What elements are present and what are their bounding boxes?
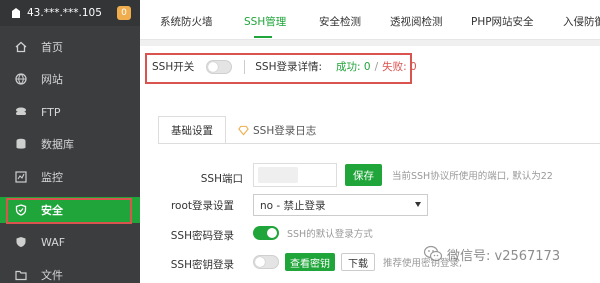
watermark: 微信号: v2567173 bbox=[423, 244, 560, 264]
sidebar-item-label: 数据库 bbox=[41, 138, 74, 151]
ssh-password-login-row: SSH的默认登录方式 bbox=[253, 226, 373, 240]
notification-badge[interactable]: 0 bbox=[117, 6, 131, 20]
shield-icon bbox=[14, 204, 27, 217]
top-tab-bar: 系统防火墙 SSH管理 安全检测 透视阅检测 PHP网站安全 入侵防御 bbox=[140, 0, 600, 40]
ssh-port-hint: 当前SSH协议所使用的端口, 默认为22 bbox=[392, 171, 553, 182]
home-icon bbox=[14, 41, 27, 54]
divider bbox=[244, 59, 246, 74]
sidebar-item-label: 文件 bbox=[41, 269, 63, 282]
tab-ssh-login-log[interactable]: SSH登录日志 bbox=[226, 116, 328, 144]
sidebar-item-database[interactable]: 数据库 bbox=[0, 131, 140, 157]
ssh-status-bar: SSH开关 SSH登录详情: 成功: 0 / 失败: 0 bbox=[152, 59, 417, 74]
active-tab-indicator bbox=[254, 36, 272, 38]
success-count: 成功: 0 bbox=[336, 61, 371, 73]
monitor-icon bbox=[14, 171, 27, 184]
ssh-key-toggle[interactable] bbox=[253, 255, 279, 269]
folder-icon bbox=[14, 269, 27, 282]
root-login-select[interactable]: no - 禁止登录 bbox=[253, 194, 428, 216]
diamond-icon bbox=[238, 125, 249, 135]
tab-basic-settings[interactable]: 基础设置 bbox=[158, 116, 226, 144]
tab-ssh-management[interactable]: SSH管理 bbox=[244, 14, 286, 29]
ssh-password-hint: SSH的默认登录方式 bbox=[287, 229, 373, 240]
download-button[interactable]: 下载 bbox=[341, 253, 375, 271]
ssh-port-row: 保存 当前SSH协议所使用的端口, 默认为22 bbox=[253, 163, 553, 187]
root-login-value: no - 禁止登录 bbox=[260, 199, 326, 212]
ftp-icon bbox=[14, 106, 27, 119]
sidebar-item-security[interactable]: 安全 bbox=[0, 197, 140, 223]
sidebar-item-label: FTP bbox=[41, 105, 61, 119]
sidebar-item-label: WAF bbox=[41, 235, 66, 249]
sidebar-item-monitor[interactable]: 监控 bbox=[0, 164, 140, 190]
watermark-text: 微信号: v2567173 bbox=[447, 248, 561, 264]
root-login-label: root登录设置 bbox=[170, 200, 234, 212]
chevron-down-icon bbox=[415, 202, 421, 207]
tab-basic-settings-label: 基础设置 bbox=[171, 124, 213, 137]
server-address: 43.***.***.105 bbox=[27, 7, 102, 19]
server-icon bbox=[12, 8, 20, 18]
sidebar-item-ftp[interactable]: FTP bbox=[0, 99, 140, 125]
ssh-login-details-label: SSH登录详情: bbox=[255, 61, 322, 73]
sub-tab-bar: 基础设置 SSH登录日志 bbox=[158, 116, 328, 144]
ssh-switch-label: SSH开关 bbox=[152, 61, 195, 73]
sidebar-item-home[interactable]: 首页 bbox=[0, 34, 140, 60]
globe-icon bbox=[14, 73, 27, 86]
tab-ssh-login-log-label: SSH登录日志 bbox=[253, 124, 317, 137]
ssh-port-label: SSH端口 bbox=[200, 173, 243, 185]
waf-shield-icon bbox=[14, 236, 27, 249]
database-icon bbox=[14, 138, 27, 151]
sub-tab-divider bbox=[158, 143, 600, 144]
sidebar-item-label: 监控 bbox=[41, 171, 63, 184]
sidebar-item-website[interactable]: 网站 bbox=[0, 66, 140, 92]
sidebar-item-label: 首页 bbox=[41, 41, 63, 54]
sidebar-item-label: 网站 bbox=[41, 73, 63, 86]
view-key-button[interactable]: 查看密钥 bbox=[285, 253, 335, 271]
sidebar-item-waf[interactable]: WAF bbox=[0, 229, 140, 255]
ssh-password-toggle[interactable] bbox=[253, 226, 279, 240]
ssh-key-login-label: SSH密钥登录 bbox=[170, 259, 234, 271]
sidebar: 43.***.***.105 0 首页 网站 FTP 数据库 监控 安全 WAF… bbox=[0, 0, 140, 283]
sidebar-item-files[interactable]: 文件 bbox=[0, 262, 140, 283]
save-button[interactable]: 保存 bbox=[345, 164, 382, 186]
tab-php-security[interactable]: PHP网站安全 bbox=[471, 14, 534, 29]
server-header[interactable]: 43.***.***.105 0 bbox=[0, 0, 140, 26]
root-login-row: no - 禁止登录 bbox=[253, 194, 428, 216]
separator: / bbox=[374, 60, 379, 73]
ssh-port-input[interactable] bbox=[253, 163, 337, 187]
ssh-toggle[interactable] bbox=[206, 59, 233, 74]
sidebar-item-label: 安全 bbox=[41, 204, 63, 217]
fail-count: 失败: 0 bbox=[382, 61, 417, 73]
tab-security-check[interactable]: 安全检测 bbox=[319, 14, 361, 29]
ssh-password-login-label: SSH密码登录 bbox=[170, 230, 234, 242]
tab-firewall[interactable]: 系统防火墙 bbox=[160, 14, 213, 29]
tab-intrusion-defense[interactable]: 入侵防御 bbox=[563, 14, 600, 29]
tab-perspective-check[interactable]: 透视阅检测 bbox=[390, 14, 443, 29]
wechat-icon bbox=[423, 245, 443, 262]
